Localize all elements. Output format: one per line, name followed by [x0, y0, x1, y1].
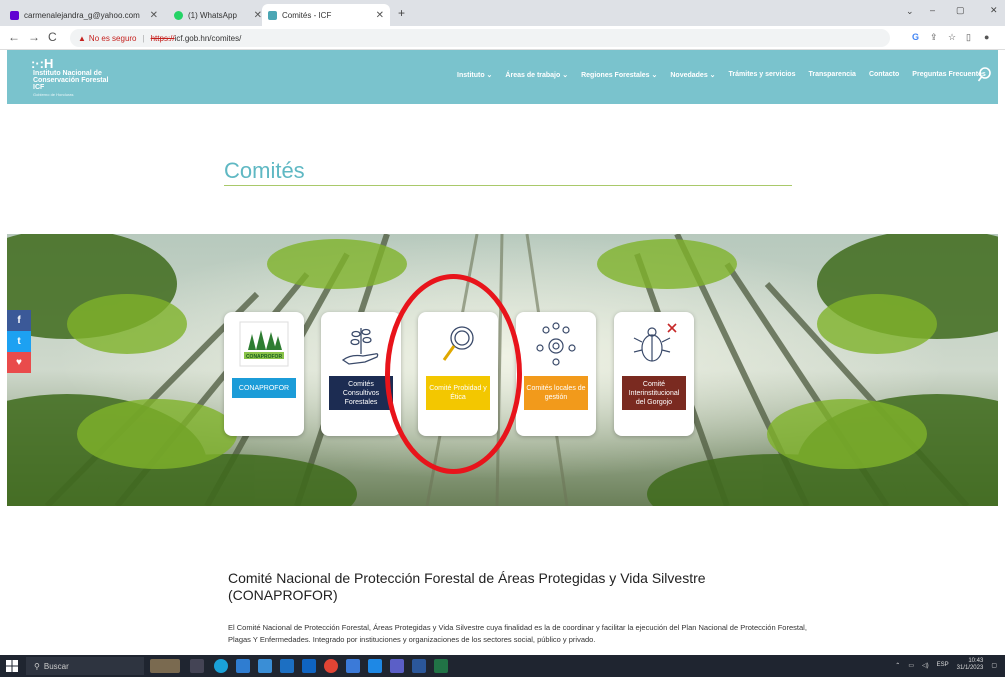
people-gear-icon — [536, 322, 576, 366]
facebook-share-button[interactable]: f — [7, 310, 31, 331]
system-tray: ⌃ ▭ ◁) ESP 10:43 31/1/2023 ▢ — [895, 658, 997, 672]
taskbar-search-label: Buscar — [43, 661, 69, 671]
article-title: Comité Nacional de Protección Forestal d… — [228, 570, 706, 603]
teams-icon[interactable] — [390, 659, 404, 673]
close-icon[interactable]: ✕ — [376, 10, 384, 21]
close-icon[interactable]: ✕ — [254, 10, 262, 21]
windows-taskbar: ⚲ Buscar ⌃ ▭ ◁) ESP 10:43 31/1/2023 ▢ — [0, 655, 1005, 677]
tab-whatsapp[interactable]: (1) WhatsApp ✕ — [168, 4, 268, 26]
nav-instituto[interactable]: Instituto ⌄ — [457, 71, 492, 79]
task-view-icon[interactable] — [190, 659, 204, 673]
share-icon[interactable]: ⇪ — [930, 32, 938, 43]
files-icon[interactable] — [346, 659, 360, 673]
icf-logo-mark[interactable]: :·:H — [31, 56, 53, 71]
card-label: Comité Interinstitucional del Gorgojo — [622, 376, 686, 410]
warning-icon: ▲ — [78, 33, 86, 43]
clock[interactable]: 10:43 31/1/2023 — [957, 658, 984, 672]
card-label: Comités Consultivos Forestales — [329, 376, 393, 410]
reload-icon[interactable]: C — [48, 30, 57, 44]
pinterest-share-button[interactable]: ♥ — [7, 352, 31, 373]
url-protocol: https:// — [150, 33, 175, 43]
store-icon[interactable] — [236, 659, 250, 673]
tab-yahoo-mail[interactable]: carmenalejandra_g@yahoo.com ✕ — [4, 4, 164, 26]
word-icon[interactable] — [412, 659, 426, 673]
nav-tramites[interactable]: Trámites y servicios — [729, 71, 796, 79]
onedrive-icon[interactable] — [368, 659, 382, 673]
icf-favicon-icon — [268, 10, 277, 20]
tab-label: (1) WhatsApp — [188, 10, 237, 20]
google-icon[interactable]: G — [912, 32, 919, 42]
nav-regiones-forestales[interactable]: Regiones Forestales ⌄ — [581, 71, 657, 79]
main-nav: Instituto ⌄ Áreas de trabajo ⌄ Regiones … — [457, 71, 999, 79]
browser-tab-strip: carmenalejandra_g@yahoo.com ✕ (1) WhatsA… — [0, 0, 1005, 26]
address-bar-row: ← → C ▲ No es seguro | https:// icf.gob.… — [0, 26, 1005, 50]
logo-line-1: Instituto Nacional de — [33, 70, 102, 77]
minimize-button[interactable]: – — [930, 5, 935, 15]
taskbar-search[interactable]: ⚲ Buscar — [26, 657, 144, 675]
article-body: El Comité Nacional de Protección Foresta… — [228, 623, 807, 644]
chrome-icon[interactable] — [324, 659, 338, 673]
side-panel-icon[interactable]: ▯ — [966, 32, 971, 43]
windows-start-icon[interactable] — [6, 660, 18, 672]
nav-preguntas-frecuentes[interactable]: Preguntas Frecuentes — [912, 71, 986, 79]
logo-line-3: ICF — [33, 84, 45, 91]
nav-contacto[interactable]: Contacto — [869, 71, 899, 79]
whatsapp-icon — [174, 10, 183, 20]
conaprofor-logo: CONAPROFOR — [239, 321, 289, 367]
search-icon[interactable] — [977, 66, 995, 84]
site-header: :·:H Instituto Nacional de Conservación … — [7, 50, 998, 104]
card-label: CONAPROFOR — [232, 378, 296, 398]
search-icon: ⚲ — [34, 661, 40, 671]
nav-transparencia[interactable]: Transparencia — [808, 71, 855, 79]
card-comites-locales[interactable]: Comités locales de gestión — [516, 312, 596, 436]
url-separator: | — [142, 33, 145, 43]
tab-search-button[interactable]: ⌄ — [906, 6, 914, 17]
beetle-icon — [633, 323, 677, 362]
twitter-share-button[interactable]: t — [7, 331, 31, 352]
notifications-icon[interactable]: ▢ — [991, 662, 997, 669]
tab-comites-icf[interactable]: Comités - ICF ✕ — [262, 4, 390, 26]
logo-line-2: Conservación Forestal — [33, 77, 109, 84]
logo-tagline: Gobierno de Honduras — [33, 92, 74, 97]
nav-areas-de-trabajo[interactable]: Áreas de trabajo ⌄ — [505, 71, 568, 79]
forward-arrow-icon[interactable]: → — [28, 30, 40, 44]
page-title: Comités — [224, 158, 305, 183]
outlook-icon[interactable] — [302, 659, 316, 673]
card-comite-gorgojo[interactable]: Comité Interinstitucional del Gorgojo — [614, 312, 694, 436]
conaprofor-logo-text: CONAPROFOR — [246, 354, 283, 360]
new-tab-button[interactable]: + — [398, 6, 405, 20]
clock-time: 10:43 — [968, 658, 984, 664]
mail-icon — [10, 10, 19, 20]
network-icon[interactable]: ▭ — [908, 662, 914, 669]
close-icon[interactable]: ✕ — [150, 10, 158, 21]
tab-label: Comités - ICF — [282, 10, 332, 20]
card-label: Comités locales de gestión — [524, 376, 588, 410]
hand-plant-icon — [341, 328, 379, 365]
clock-date: 31/1/2023 — [956, 665, 984, 671]
url-host: icf.gob.hn/comites/ — [174, 33, 242, 43]
back-arrow-icon[interactable]: ← — [8, 30, 20, 44]
mail-icon[interactable] — [280, 659, 294, 673]
card-conaprofor[interactable]: CONAPROFOR CONAPROFOR — [224, 312, 304, 436]
title-underline — [224, 185, 792, 186]
tab-label: carmenalejandra_g@yahoo.com — [24, 10, 140, 20]
excel-icon[interactable] — [434, 659, 448, 673]
bookmark-star-icon[interactable]: ☆ — [948, 32, 956, 43]
security-status[interactable]: No es seguro — [89, 34, 137, 43]
zebra-widget-icon[interactable] — [150, 659, 180, 673]
calendar-icon[interactable] — [258, 659, 272, 673]
volume-icon[interactable]: ◁) — [922, 662, 929, 669]
tray-chevron-icon[interactable]: ⌃ — [895, 662, 900, 669]
edge-icon[interactable] — [214, 659, 228, 673]
url-field[interactable]: ▲ No es seguro | https:// icf.gob.hn/com… — [70, 29, 890, 47]
restore-button[interactable]: ▢ — [956, 5, 965, 16]
red-highlight-ellipse — [385, 274, 522, 474]
nav-novedades[interactable]: Novedades ⌄ — [670, 71, 715, 79]
language-indicator[interactable]: ESP — [937, 662, 949, 668]
close-window-button[interactable]: ✕ — [990, 5, 998, 16]
profile-avatar-icon[interactable]: ● — [984, 32, 989, 42]
